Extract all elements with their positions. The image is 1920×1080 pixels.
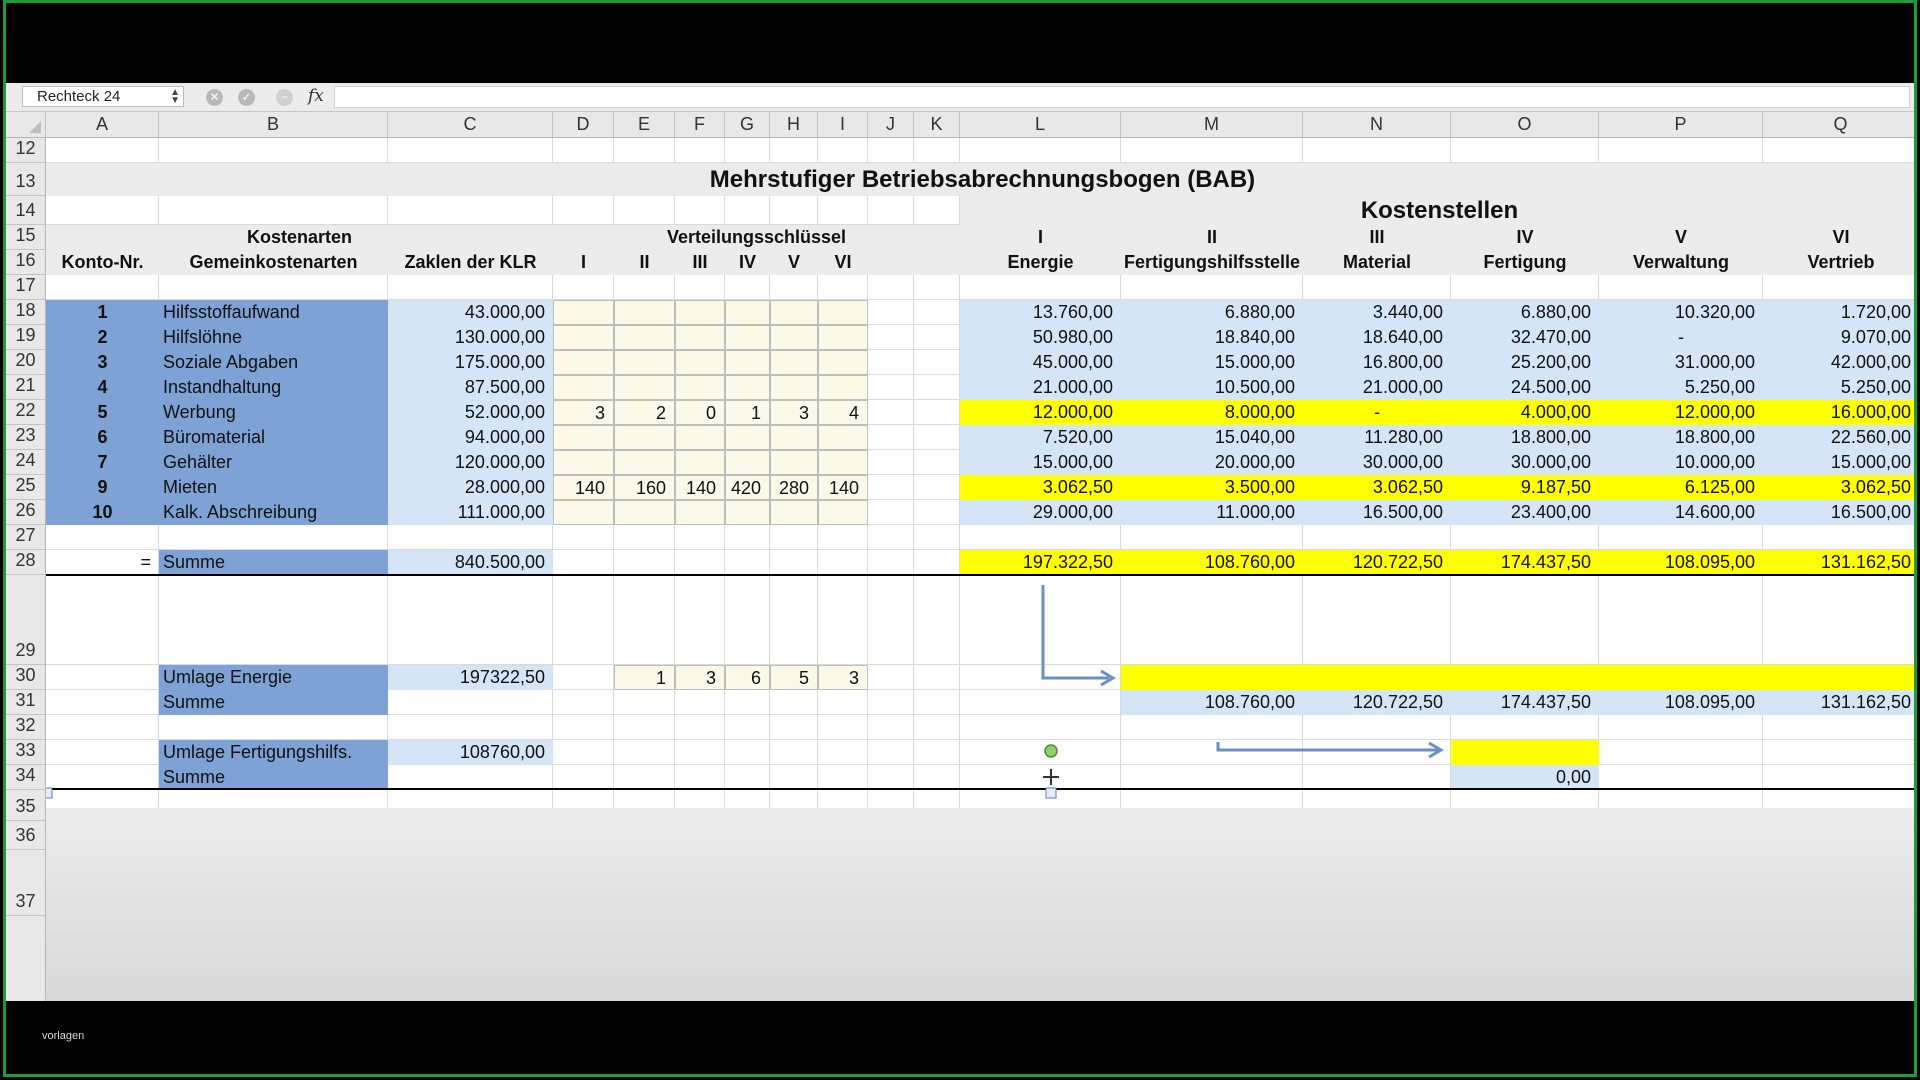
row-header-29[interactable]: 29	[6, 575, 45, 665]
column-header-f[interactable]: F	[675, 112, 725, 137]
name-box-value: Rechteck 24	[37, 88, 121, 105]
column-header-p[interactable]: P	[1599, 112, 1763, 137]
watermark: vorlagen	[42, 1030, 85, 1042]
select-all-corner[interactable]	[6, 112, 46, 137]
video-frame: Rechteck 24 ▲ ▼ ✕ ✓ − fx ABCDEFGHIJKLMNOP…	[3, 0, 1917, 1077]
row-header-16[interactable]: 16	[6, 250, 45, 275]
resize-handle-left-icon[interactable]	[46, 787, 53, 799]
row-header-20[interactable]: 20	[6, 350, 45, 375]
column-header-a[interactable]: A	[46, 112, 159, 137]
annotation-overlay	[46, 585, 1444, 799]
column-header-q[interactable]: Q	[1763, 112, 1914, 137]
row-header-28[interactable]: 28	[6, 550, 45, 575]
column-header-b[interactable]: B	[159, 112, 388, 137]
row-header-35[interactable]: 35	[6, 790, 45, 821]
row-header-18[interactable]: 18	[6, 300, 45, 325]
formula-bar: Rechteck 24 ▲ ▼ ✕ ✓ − fx	[6, 83, 1914, 112]
row-header-33[interactable]: 33	[6, 740, 45, 765]
spreadsheet-window: Rechteck 24 ▲ ▼ ✕ ✓ − fx ABCDEFGHIJKLMNOP…	[6, 83, 1914, 1001]
column-header-m[interactable]: M	[1121, 112, 1303, 137]
split-pane	[46, 808, 1914, 1001]
column-header-n[interactable]: N	[1303, 112, 1451, 137]
name-box-spinner-icon[interactable]: ▲ ▼	[170, 88, 180, 106]
video-bottom-bar	[6, 1001, 1914, 1074]
row-header-30[interactable]: 30	[6, 665, 45, 690]
row-header-37[interactable]: 37	[6, 850, 45, 916]
row-headers: 12 13 14 15 16 17 18 19 20 21 22 23 24 25 26 27 28 29 30 31…	[6, 138, 46, 1001]
row-header-14[interactable]: 14	[6, 196, 45, 225]
confirm-icon[interactable]: ✓	[238, 89, 255, 106]
row-header-32[interactable]: 32	[6, 715, 45, 740]
name-box[interactable]: Rechteck 24 ▲ ▼	[22, 86, 184, 107]
move-cursor-icon	[1043, 769, 1059, 785]
row-header-34[interactable]: 34	[6, 765, 45, 790]
column-header-i[interactable]: I	[818, 112, 868, 137]
row-header-12[interactable]: 12	[6, 138, 45, 163]
column-headers: ABCDEFGHIJKLMNOPQ	[6, 112, 1914, 138]
row-header-21[interactable]: 21	[6, 375, 45, 400]
arrow-energie-line[interactable]	[1041, 585, 1109, 680]
row-header-15[interactable]: 15	[6, 225, 45, 250]
row-header-36[interactable]: 36	[6, 821, 45, 850]
cancel-icon[interactable]: ✕	[206, 89, 223, 106]
insert-function-icon[interactable]: fx	[308, 86, 324, 106]
column-header-l[interactable]: L	[960, 112, 1121, 137]
column-header-k[interactable]: K	[914, 112, 960, 137]
row-header-25[interactable]: 25	[6, 475, 45, 500]
rotate-handle-icon[interactable]	[1044, 744, 1058, 758]
row-header-31[interactable]: 31	[6, 690, 45, 715]
column-header-g[interactable]: G	[725, 112, 770, 137]
row-header-17[interactable]: 17	[6, 275, 45, 300]
column-header-e[interactable]: E	[614, 112, 675, 137]
arrow-fhs-line[interactable]	[1216, 742, 1439, 752]
row-header-22[interactable]: 22	[6, 400, 45, 425]
column-header-d[interactable]: D	[553, 112, 614, 137]
row-header-19[interactable]: 19	[6, 325, 45, 350]
dropdown-icon[interactable]: −	[276, 89, 293, 106]
column-header-h[interactable]: H	[770, 112, 818, 137]
row-header-13[interactable]: 13	[6, 163, 45, 196]
formula-input[interactable]	[334, 86, 1910, 108]
row-header-27[interactable]: 27	[6, 525, 45, 550]
resize-handle-icon[interactable]	[1045, 787, 1057, 799]
column-header-o[interactable]: O	[1451, 112, 1599, 137]
cell-grid[interactable]: Mehrstufiger Betriebsabrechnungsbogen (B…	[46, 138, 1914, 1001]
row-header-26[interactable]: 26	[6, 500, 45, 525]
column-header-c[interactable]: C	[388, 112, 553, 137]
row-header-23[interactable]: 23	[6, 425, 45, 450]
row-header-24[interactable]: 24	[6, 450, 45, 475]
column-header-j[interactable]: J	[868, 112, 914, 137]
